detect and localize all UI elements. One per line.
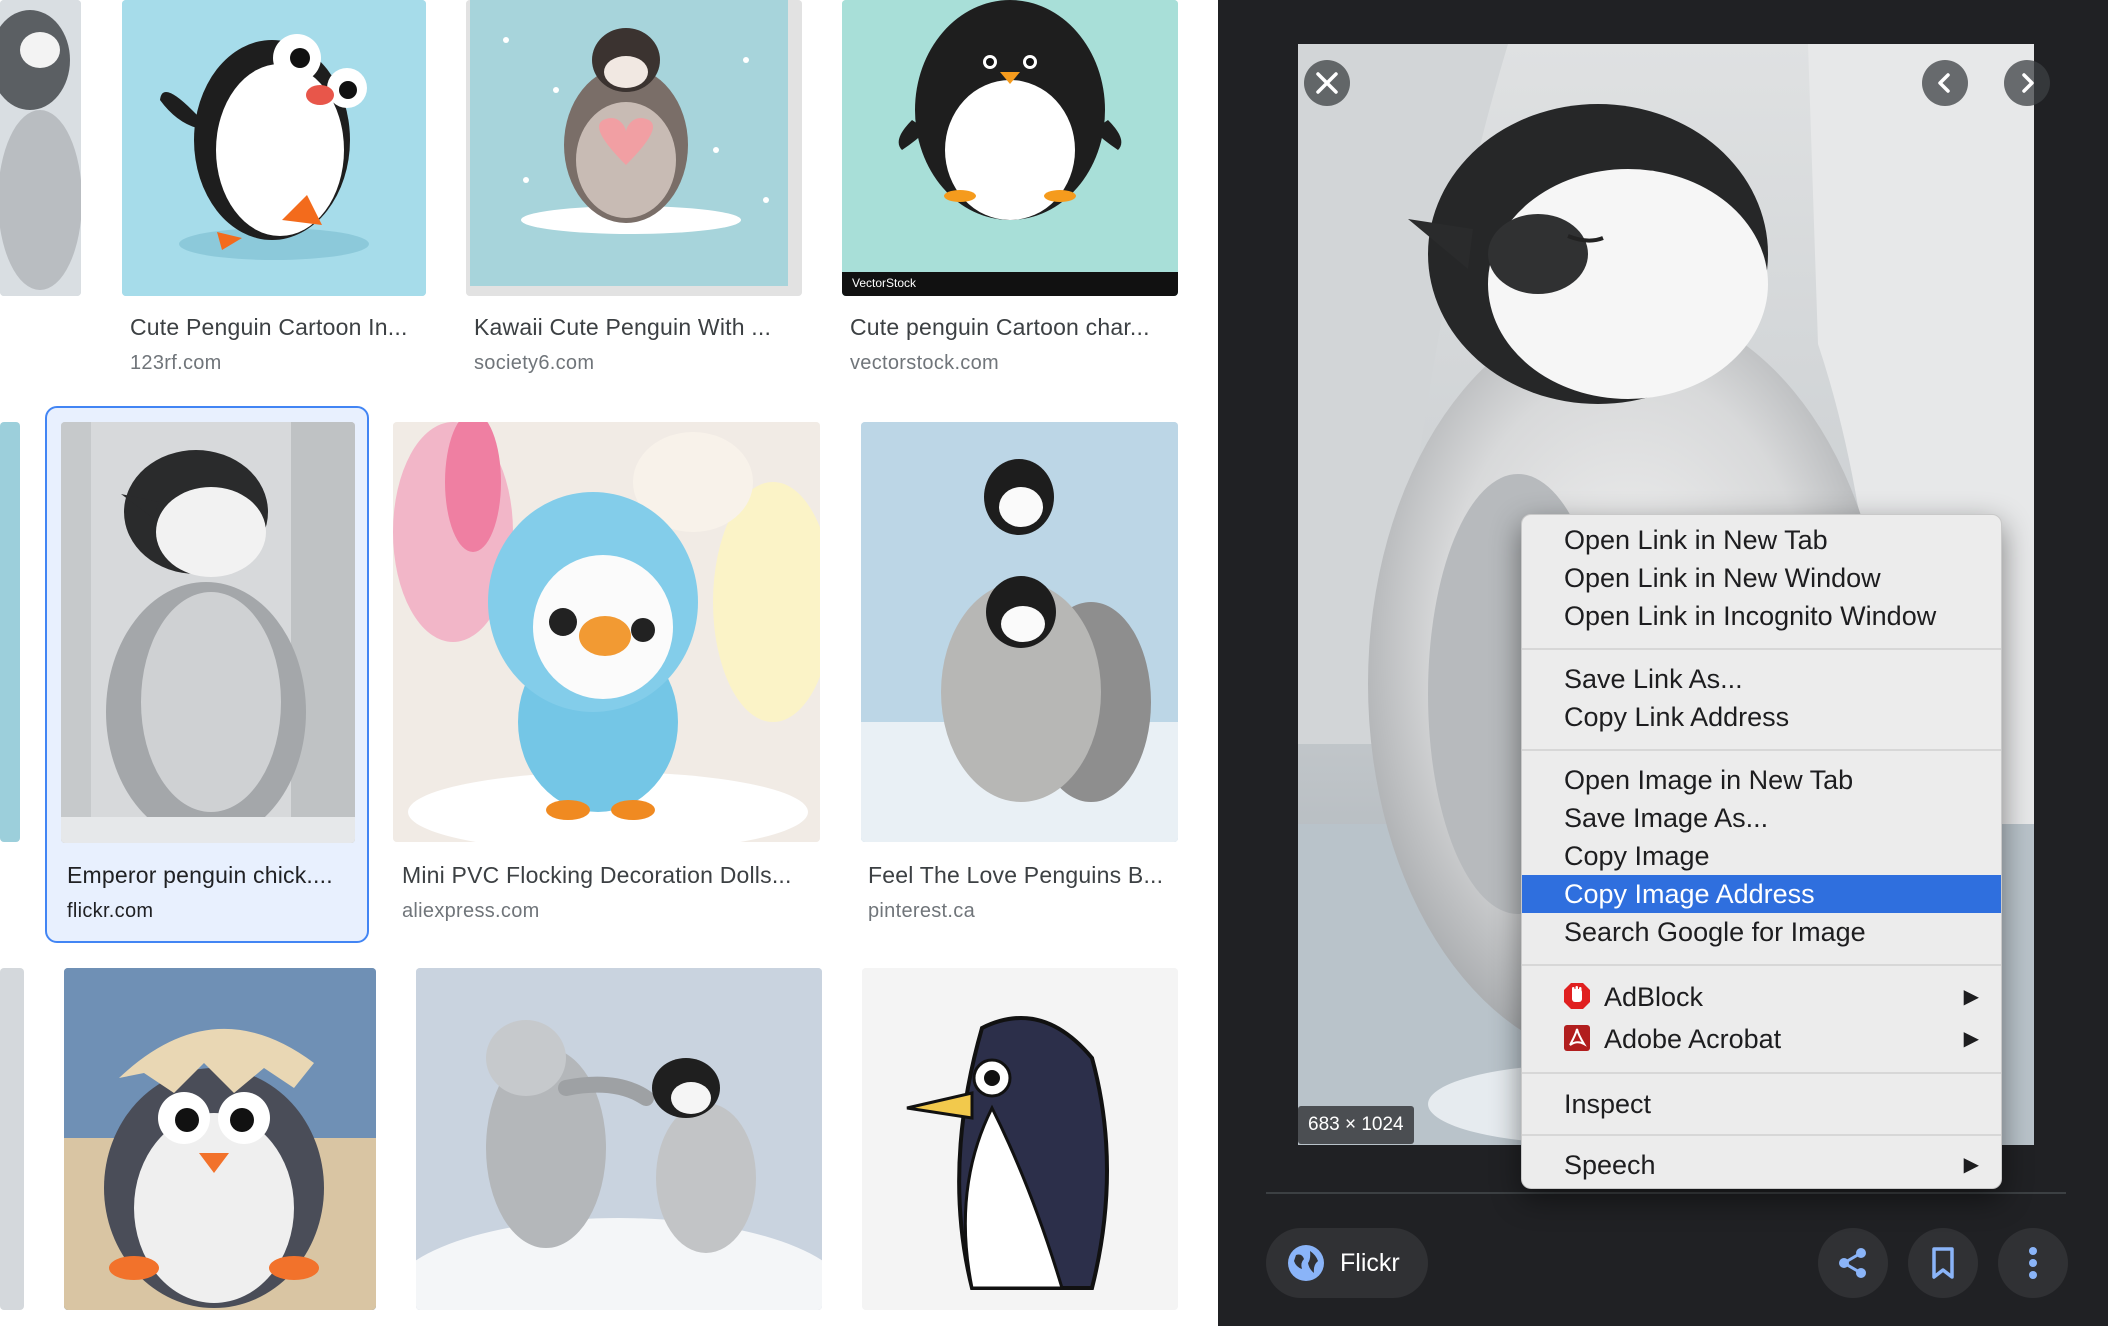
- result-source[interactable]: vectorstock.com: [850, 352, 999, 375]
- context-menu: Open Link in New Tab Open Link in New Wi…: [1521, 514, 2002, 1189]
- menu-item-open-image-new-tab[interactable]: Open Image in New Tab: [1522, 761, 2001, 799]
- result-caption[interactable]: Emperor penguin chick....: [67, 862, 357, 889]
- menu-separator: [1522, 648, 2001, 650]
- menu-item-speech[interactable]: Speech ▶: [1522, 1146, 2001, 1184]
- menu-item-inspect[interactable]: Inspect: [1522, 1085, 2001, 1123]
- bookmark-icon: [1932, 1247, 1954, 1279]
- menu-item-label: Adobe Acrobat: [1604, 1024, 1782, 1054]
- save-bookmark-button[interactable]: [1908, 1228, 1978, 1298]
- image-results-grid: Cute Penguin Cartoon In... 123rf.com Kaw…: [0, 0, 1218, 1326]
- chevron-right-icon: [2022, 73, 2034, 93]
- menu-item-label: AdBlock: [1604, 982, 1704, 1012]
- menu-item-open-link-new-tab[interactable]: Open Link in New Tab: [1522, 521, 2001, 559]
- previous-image-button[interactable]: [1922, 60, 1968, 106]
- result-caption[interactable]: Cute penguin Cartoon char...: [850, 314, 1178, 341]
- menu-separator: [1522, 964, 2001, 966]
- menu-item-adblock[interactable]: AdBlock ▶: [1522, 976, 2001, 1018]
- menu-item-open-link-incognito[interactable]: Open Link in Incognito Window: [1522, 597, 2001, 635]
- result-source[interactable]: aliexpress.com: [402, 900, 540, 923]
- menu-separator: [1522, 1134, 2001, 1136]
- globe-icon: [1288, 1245, 1324, 1281]
- result-thumbnail[interactable]: [0, 422, 20, 842]
- menu-separator: [1522, 1072, 2001, 1074]
- share-button[interactable]: [1818, 1228, 1888, 1298]
- source-label: Flickr: [1340, 1248, 1400, 1277]
- menu-item-save-link-as[interactable]: Save Link As...: [1522, 660, 2001, 698]
- visit-source-button[interactable]: Flickr: [1266, 1228, 1428, 1298]
- result-source[interactable]: flickr.com: [67, 900, 153, 923]
- result-source[interactable]: society6.com: [474, 352, 594, 375]
- result-thumbnail[interactable]: [416, 968, 822, 1310]
- result-source[interactable]: 123rf.com: [130, 352, 222, 375]
- share-icon: [1839, 1248, 1866, 1278]
- menu-item-save-image-as[interactable]: Save Image As...: [1522, 799, 2001, 837]
- acrobat-icon: [1564, 1025, 1590, 1051]
- result-source[interactable]: pinterest.ca: [868, 900, 975, 923]
- result-thumbnail[interactable]: [861, 422, 1178, 842]
- close-icon: [1316, 72, 1338, 94]
- submenu-arrow-icon: ▶: [1963, 1028, 1979, 1050]
- result-thumbnail[interactable]: [122, 0, 426, 296]
- close-preview-button[interactable]: [1304, 60, 1350, 106]
- result-thumbnail[interactable]: [61, 422, 355, 843]
- result-thumbnail[interactable]: VectorStock: [842, 0, 1178, 296]
- result-caption[interactable]: Cute Penguin Cartoon In...: [130, 314, 426, 341]
- more-vert-icon: [2029, 1247, 2037, 1279]
- result-thumbnail[interactable]: [0, 0, 81, 296]
- result-thumbnail[interactable]: [64, 968, 376, 1310]
- result-thumbnail[interactable]: [466, 0, 802, 296]
- image-dimensions-badge: 683 × 1024: [1298, 1106, 1414, 1144]
- more-options-button[interactable]: [1998, 1228, 2068, 1298]
- menu-item-search-google-for-image[interactable]: Search Google for Image: [1522, 913, 2001, 951]
- result-thumbnail[interactable]: [0, 968, 24, 1310]
- result-thumbnail[interactable]: [862, 968, 1178, 1310]
- result-caption[interactable]: Mini PVC Flocking Decoration Dolls...: [402, 862, 818, 889]
- panel-divider: [1266, 1192, 2066, 1194]
- result-thumbnail[interactable]: [393, 422, 820, 842]
- menu-item-copy-link-address[interactable]: Copy Link Address: [1522, 698, 2001, 736]
- submenu-arrow-icon: ▶: [1963, 986, 1979, 1008]
- submenu-arrow-icon: ▶: [1963, 1154, 1979, 1176]
- menu-item-open-link-new-window[interactable]: Open Link in New Window: [1522, 559, 2001, 597]
- watermark-text: VectorStock: [852, 276, 917, 290]
- adblock-icon: [1564, 983, 1590, 1009]
- next-image-button[interactable]: [2004, 60, 2050, 106]
- menu-item-copy-image-address[interactable]: Copy Image Address: [1522, 875, 2001, 913]
- menu-item-label: Speech: [1564, 1150, 1656, 1180]
- selected-result-card[interactable]: Emperor penguin chick.... flickr.com: [45, 406, 369, 943]
- menu-separator: [1522, 749, 2001, 751]
- menu-item-adobe-acrobat[interactable]: Adobe Acrobat ▶: [1522, 1018, 2001, 1060]
- result-caption[interactable]: Kawaii Cute Penguin With ...: [474, 314, 802, 341]
- result-caption[interactable]: Feel The Love Penguins B...: [868, 862, 1178, 889]
- chevron-left-icon: [1938, 73, 1950, 93]
- menu-item-copy-image[interactable]: Copy Image: [1522, 837, 2001, 875]
